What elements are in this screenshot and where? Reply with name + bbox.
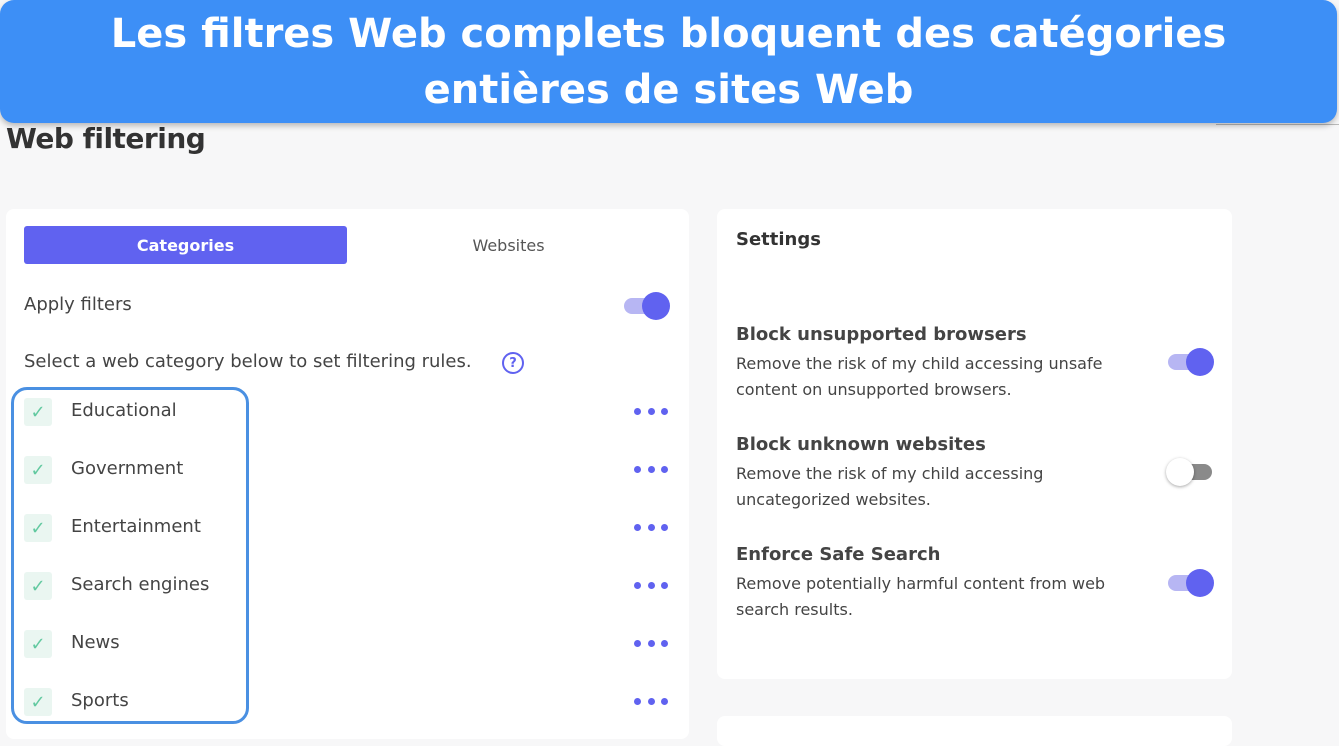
enforce-safe-search-toggle[interactable]	[1166, 569, 1214, 597]
toggle-knob	[1166, 458, 1194, 486]
more-options-icon[interactable]	[634, 398, 668, 424]
category-row-government[interactable]: ✓ Government	[24, 456, 674, 486]
category-label: Government	[71, 458, 184, 479]
toggle-knob	[1186, 348, 1214, 376]
block-unsupported-browsers-toggle[interactable]	[1166, 348, 1214, 376]
checkmark-icon[interactable]: ✓	[24, 456, 52, 484]
category-row-news[interactable]: ✓ News	[24, 630, 674, 660]
caption-banner: Les filtres Web complets bloquent des ca…	[0, 0, 1337, 123]
apply-filters-label: Apply filters	[24, 294, 132, 315]
setting-title: Enforce Safe Search	[736, 544, 941, 565]
apply-filters-toggle[interactable]	[622, 292, 670, 320]
category-label: Sports	[71, 690, 129, 711]
category-row-sports[interactable]: ✓ Sports	[24, 688, 674, 718]
toggle-knob	[1186, 569, 1214, 597]
caption-text: Les filtres Web complets bloquent des ca…	[110, 10, 1227, 113]
setting-description: Remove potentially harmful content from …	[736, 574, 1106, 619]
setting-title: Block unknown websites	[736, 434, 986, 455]
more-options-icon[interactable]	[634, 630, 668, 656]
category-label: Search engines	[71, 574, 210, 595]
more-options-icon[interactable]	[634, 688, 668, 714]
category-row-educational[interactable]: ✓ Educational	[24, 398, 674, 428]
checkmark-icon[interactable]: ✓	[24, 514, 52, 542]
page-title: Web filtering	[6, 122, 206, 155]
tab-websites[interactable]: Websites	[347, 226, 670, 264]
checkmark-icon[interactable]: ✓	[24, 398, 52, 426]
settings-title: Settings	[736, 229, 821, 250]
setting-title: Block unsupported browsers	[736, 324, 1027, 345]
category-label: Entertainment	[71, 516, 201, 537]
more-options-icon[interactable]	[634, 456, 668, 482]
toggle-knob	[642, 292, 670, 320]
category-instructions: Select a web category below to set filte…	[24, 351, 472, 372]
more-options-icon[interactable]	[634, 514, 668, 540]
category-row-entertainment[interactable]: ✓ Entertainment	[24, 514, 674, 544]
checkmark-icon[interactable]: ✓	[24, 688, 52, 716]
category-label: News	[71, 632, 120, 653]
divider	[1216, 124, 1339, 125]
checkmark-icon[interactable]: ✓	[24, 630, 52, 658]
question-circle-icon[interactable]: ?	[502, 352, 524, 374]
setting-description: Remove the risk of my child accessing un…	[736, 354, 1103, 399]
category-row-search-engines[interactable]: ✓ Search engines	[24, 572, 674, 602]
category-label: Educational	[71, 400, 177, 421]
block-unknown-websites-toggle[interactable]	[1166, 458, 1214, 486]
secondary-panel	[717, 716, 1232, 746]
more-options-icon[interactable]	[634, 572, 668, 598]
setting-description: Remove the risk of my child accessing un…	[736, 464, 1044, 509]
checkmark-icon[interactable]: ✓	[24, 572, 52, 600]
tab-categories[interactable]: Categories	[24, 226, 347, 264]
